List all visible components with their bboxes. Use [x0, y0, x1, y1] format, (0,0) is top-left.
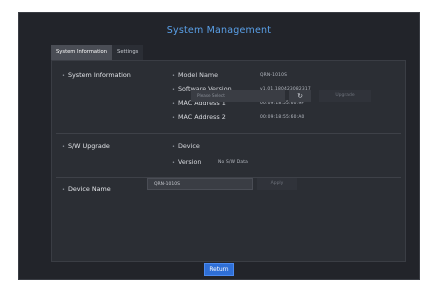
mac-address-2-label: MAC Address 2 — [172, 113, 226, 121]
mac-address-2-value: 00:09:18:55:60:A0 — [260, 115, 305, 120]
device-label: Device — [172, 142, 200, 150]
apply-button[interactable]: Apply — [257, 178, 297, 190]
tab-system-information[interactable]: System Information — [51, 45, 113, 60]
refresh-icon: ↻ — [297, 92, 303, 100]
device-name-section-label: Device Name — [62, 185, 111, 193]
version-label: Version — [172, 158, 202, 166]
section-divider — [56, 133, 401, 134]
system-information-section-label: System Information — [62, 71, 131, 79]
refresh-button[interactable]: ↻ — [289, 90, 311, 102]
tab-settings[interactable]: Settings — [112, 45, 144, 60]
sw-upgrade-section-label: S/W Upgrade — [62, 142, 110, 150]
device-name-input[interactable]: QRN-1010S — [147, 178, 253, 190]
return-button[interactable]: Return — [204, 263, 234, 276]
upgrade-button[interactable]: Upgrade — [319, 90, 371, 102]
version-value: No S/W Data — [218, 160, 249, 165]
model-name-value: QRN-1010S — [260, 73, 288, 78]
window-title: System Management — [166, 25, 272, 36]
device-select[interactable]: Please Select — [191, 90, 285, 102]
system-management-window: System Management System Information Set… — [18, 12, 420, 280]
model-name-label: Model Name — [172, 71, 218, 79]
tab-bar: System Information Settings — [51, 45, 144, 60]
